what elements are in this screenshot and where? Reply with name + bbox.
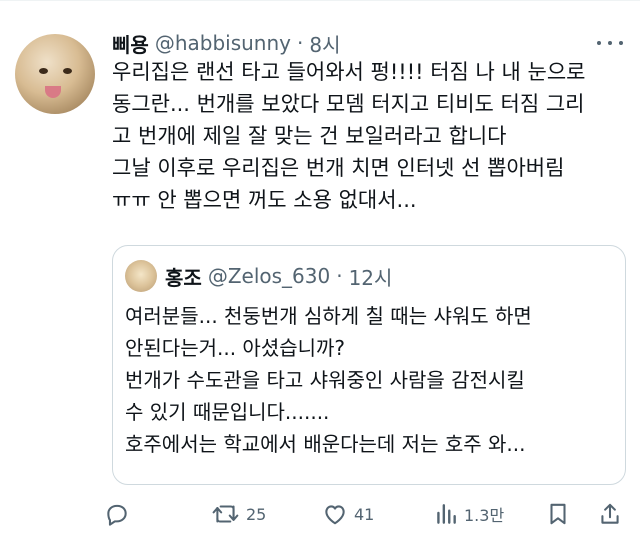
reply-icon <box>107 504 127 526</box>
views-button[interactable]: 1.3만 <box>434 498 504 530</box>
views-icon <box>437 504 456 524</box>
quoted-avatar[interactable] <box>125 260 157 292</box>
quoted-text: 여러분들... 천둥번개 심하게 칠 때는 샤워도 하면 안된다는거... 아셨… <box>125 300 615 460</box>
tweet-line: 우리집은 랜선 타고 들어와서 펑!!!! 터짐 나 내 눈으로 <box>112 60 586 84</box>
retweet-count: 25 <box>246 504 267 524</box>
avatar-tongue <box>45 86 61 98</box>
quoted-header: 홍조 @Zelos_630 · 12시 <box>165 260 392 292</box>
quoted-line: 호주에서는 학교에서 배운다는데 저는 호주 와... <box>125 432 526 456</box>
action-bar: 25 41 1.3만 <box>104 498 624 530</box>
avatar[interactable] <box>15 34 95 114</box>
avatar-eye <box>39 68 48 74</box>
quoted-line: 번개가 수도관을 타고 샤워중인 사람을 감전시킬 <box>125 368 525 392</box>
quoted-user-handle: @Zelos_630 <box>207 264 331 288</box>
quoted-timestamp: 12시 <box>348 265 393 290</box>
avatar-eye <box>63 68 72 74</box>
user-handle[interactable]: @habbisunny <box>155 31 291 55</box>
like-button[interactable]: 41 <box>322 498 374 530</box>
separator-dot: · <box>296 31 304 55</box>
quoted-line: 수 있기 때문입니다....... <box>125 400 330 424</box>
quoted-line: 안된다는거... 아셨습니까? <box>125 336 346 360</box>
retweet-button[interactable]: 25 <box>212 498 266 530</box>
reply-button[interactable] <box>104 498 130 530</box>
views-count: 1.3만 <box>464 506 505 525</box>
like-count: 41 <box>354 504 375 524</box>
heart-icon <box>325 505 345 525</box>
quoted-tweet[interactable]: 홍조 @Zelos_630 · 12시 여러분들... 천둥번개 심하게 칠 때… <box>112 245 626 485</box>
share-icon <box>601 503 619 524</box>
display-name[interactable]: 삐용 <box>112 29 149 58</box>
top-divider <box>0 0 640 1</box>
quoted-line: 여러분들... 천둥번개 심하게 칠 때는 샤워도 하면 <box>125 304 532 328</box>
quoted-display-name: 홍조 <box>165 265 202 290</box>
share-button[interactable] <box>598 498 622 530</box>
separator-dot: · <box>336 264 343 288</box>
bookmark-button[interactable] <box>546 498 570 530</box>
bookmark-icon <box>550 503 566 525</box>
timestamp[interactable]: 8시 <box>309 29 340 58</box>
tweet-header: 삐용 @habbisunny · 8시 <box>112 28 340 58</box>
tweet-line: 고 번개에 제일 잘 맞는 건 보일러라고 합니다 <box>112 124 507 148</box>
tweet-line: ㅠㅠ 안 뽑으면 꺼도 소용 없대서... <box>112 188 417 212</box>
tweet-line: 그날 이후로 우리집은 번개 치면 인터넷 선 뽑아버림 <box>112 156 565 180</box>
tweet-line: 동그란... 번개를 보았다 모뎀 터지고 티비도 터짐 그리 <box>112 92 585 116</box>
tweet-text: 우리집은 랜선 타고 들어와서 펑!!!! 터짐 나 내 눈으로 동그란... … <box>112 56 632 216</box>
more-options-icon[interactable] <box>597 34 623 52</box>
retweet-icon <box>212 505 239 523</box>
